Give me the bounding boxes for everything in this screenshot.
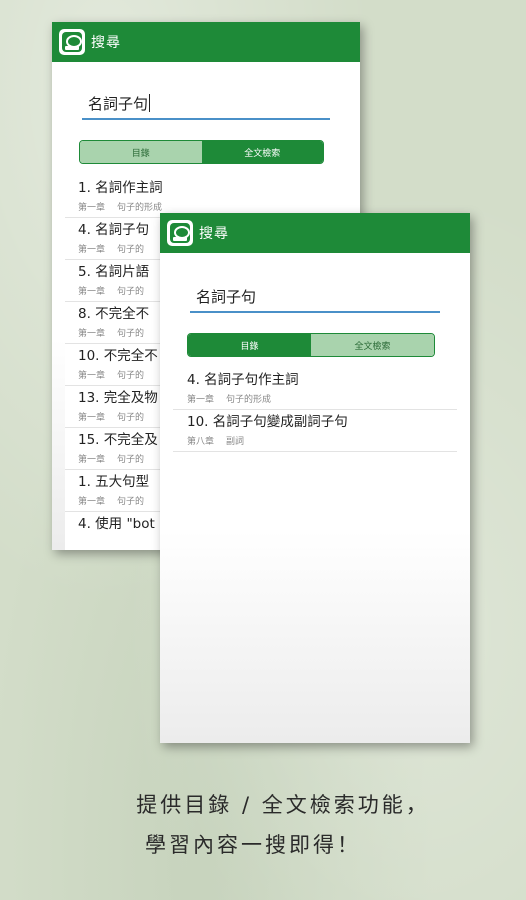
tab-fulltext[interactable]: 全文檢索 xyxy=(311,334,434,356)
list-item-chapter: 第八章 xyxy=(187,437,215,447)
search-input-value: 名詞子句 xyxy=(88,94,149,113)
list-item-chapter: 第一章 xyxy=(78,329,106,339)
list-item-section: 副詞 xyxy=(226,437,245,447)
search-input-value: 名詞子句 xyxy=(196,287,257,306)
tab-toc[interactable]: 目錄 xyxy=(80,141,202,163)
search-mode-toggle: 目錄 全文檢索 xyxy=(187,333,435,357)
list-item-section: 句子的 xyxy=(117,413,145,423)
list-item[interactable]: 4. 名詞子句作主詞 第一章 句子的形成 xyxy=(173,368,457,410)
list-item-section: 句子的 xyxy=(117,455,145,465)
list-item-section: 句子的形成 xyxy=(226,395,272,405)
list-item-title: 10. 名詞子句變成副詞子句 xyxy=(187,414,348,430)
list-item-chapter: 第一章 xyxy=(78,287,106,297)
list-item-chapter: 第一章 xyxy=(78,455,106,465)
app-bar: 搜尋 xyxy=(160,213,470,253)
list-item-chapter: 第一章 xyxy=(78,413,106,423)
search-input[interactable]: 名詞子句 xyxy=(82,88,330,120)
app-bar-title: 搜尋 xyxy=(199,226,229,242)
caption-line-1: 提供目錄 / 全文檢索功能， xyxy=(136,793,430,817)
list-item-chapter: 第一章 xyxy=(187,395,215,405)
list-item-section: 句子的形成 xyxy=(117,203,163,213)
list-item-title: 4. 名詞子句作主詞 xyxy=(187,372,299,388)
search-mode-toggle: 目錄 全文檢索 xyxy=(79,140,324,164)
app-bar-title: 搜尋 xyxy=(91,35,121,51)
list-item-chapter: 第一章 xyxy=(78,245,106,255)
list-item-section: 句子的 xyxy=(117,287,145,297)
app-logo-icon[interactable] xyxy=(59,29,85,55)
list-item-chapter: 第一章 xyxy=(78,497,106,507)
app-bar: 搜尋 xyxy=(52,22,360,62)
list-item-chapter: 第一章 xyxy=(78,203,106,213)
list-item-chapter: 第一章 xyxy=(78,371,106,381)
search-input[interactable]: 名詞子句 xyxy=(190,281,440,313)
front-screen: 搜尋 名詞子句 目錄 全文檢索 4. 名詞子句作主詞 第一章 句子的形成 10. … xyxy=(160,213,470,743)
list-item-section: 句子的 xyxy=(117,371,145,381)
list-item-section: 句子的 xyxy=(117,497,145,507)
list-item[interactable]: 10. 名詞子句變成副詞子句 第八章 副詞 xyxy=(173,410,457,452)
app-logo-icon[interactable] xyxy=(167,220,193,246)
list-item-section: 句子的 xyxy=(117,245,145,255)
tab-toc[interactable]: 目錄 xyxy=(188,334,311,356)
list-item-section: 句子的 xyxy=(117,329,145,339)
list-item[interactable]: 1. 名詞作主詞 第一章 句子的形成 xyxy=(65,176,347,218)
result-list: 4. 名詞子句作主詞 第一章 句子的形成 10. 名詞子句變成副詞子句 第八章 副詞 xyxy=(173,368,457,452)
caption-line-2: 學習內容一搜即得！ xyxy=(145,833,361,857)
tab-fulltext[interactable]: 全文檢索 xyxy=(201,141,323,163)
text-cursor xyxy=(149,94,151,112)
list-item-title: 1. 名詞作主詞 xyxy=(78,180,163,196)
